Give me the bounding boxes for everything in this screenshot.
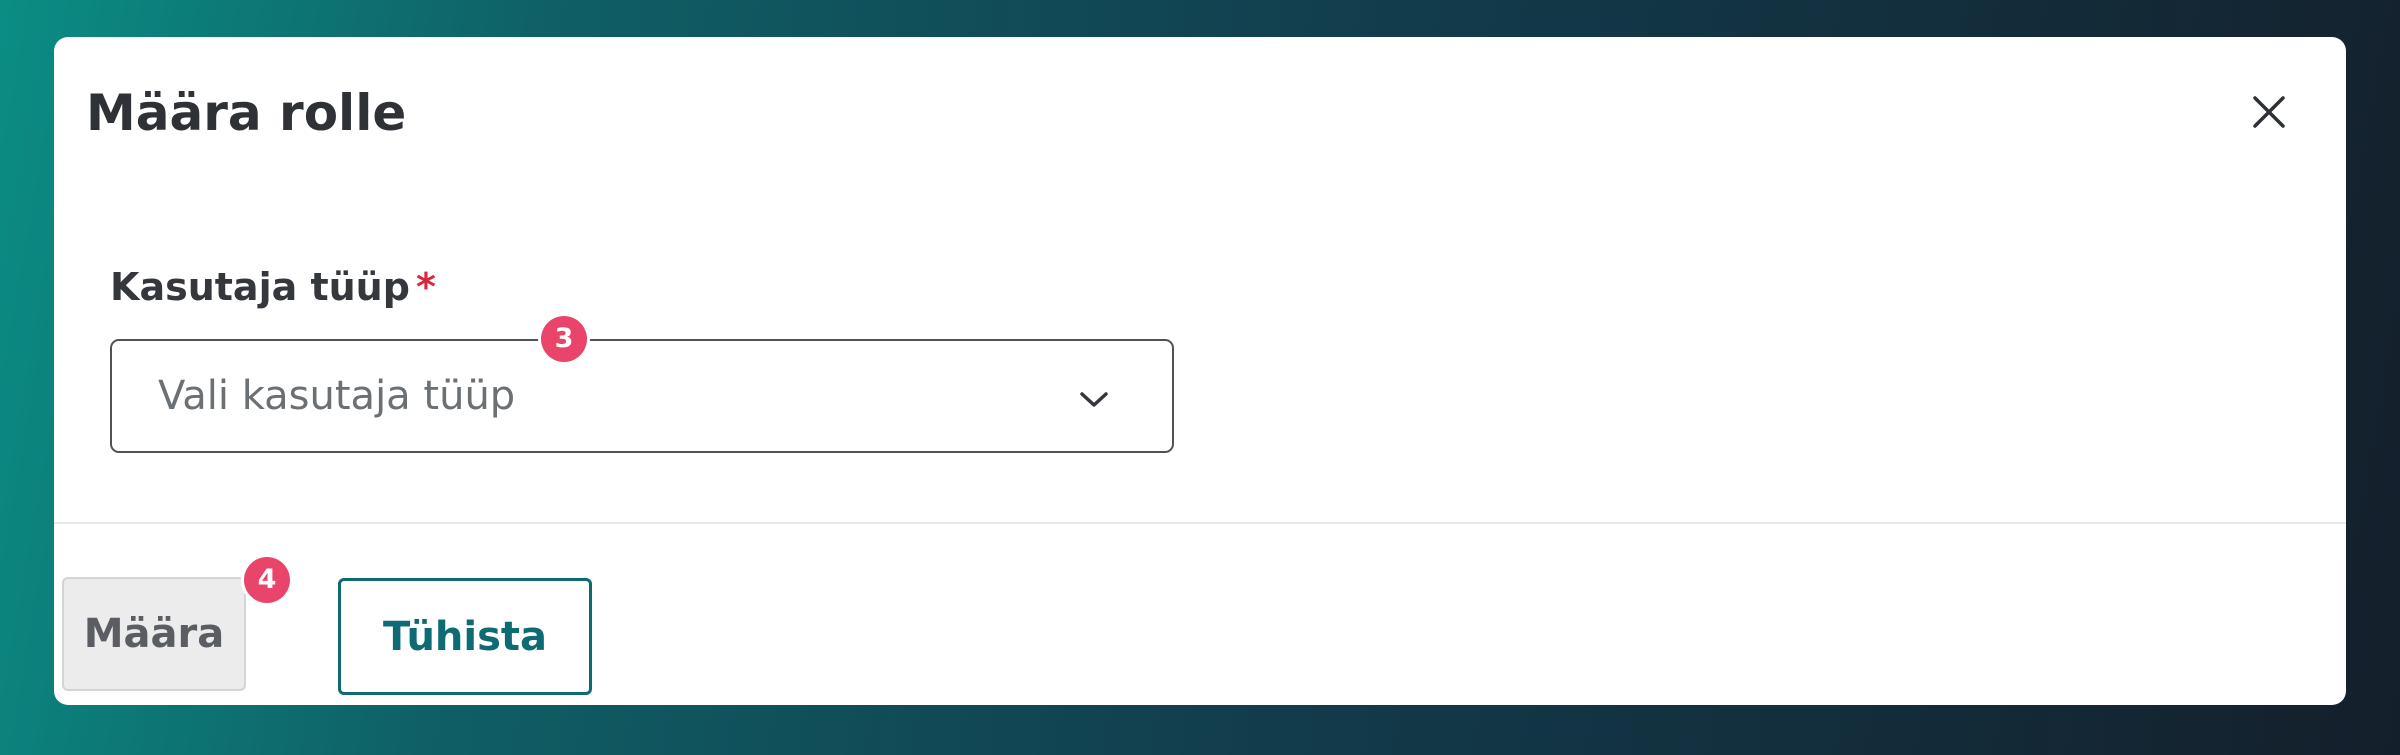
dialog-title: Määra rolle xyxy=(86,84,407,142)
assign-button[interactable]: Määra xyxy=(62,577,246,691)
user-type-select-placeholder: Vali kasutaja tüüp xyxy=(158,373,516,419)
step-badge-4: 4 xyxy=(244,557,290,603)
required-indicator: * xyxy=(415,265,436,309)
user-type-label: Kasutaja tüüp * xyxy=(110,268,436,306)
assign-role-dialog: Määra rolle Kasutaja tüüp * Vali kasutaja… xyxy=(54,37,2346,705)
cancel-button[interactable]: Tühista xyxy=(338,578,592,695)
user-type-select[interactable]: Vali kasutaja tüüp xyxy=(110,339,1174,453)
close-icon xyxy=(2253,96,2285,128)
step-badge-3: 3 xyxy=(541,316,587,362)
chevron-down-icon xyxy=(1080,392,1108,407)
footer-divider xyxy=(54,522,2346,524)
user-type-label-text: Kasutaja tüüp xyxy=(110,265,410,309)
close-button[interactable] xyxy=(2234,77,2304,147)
